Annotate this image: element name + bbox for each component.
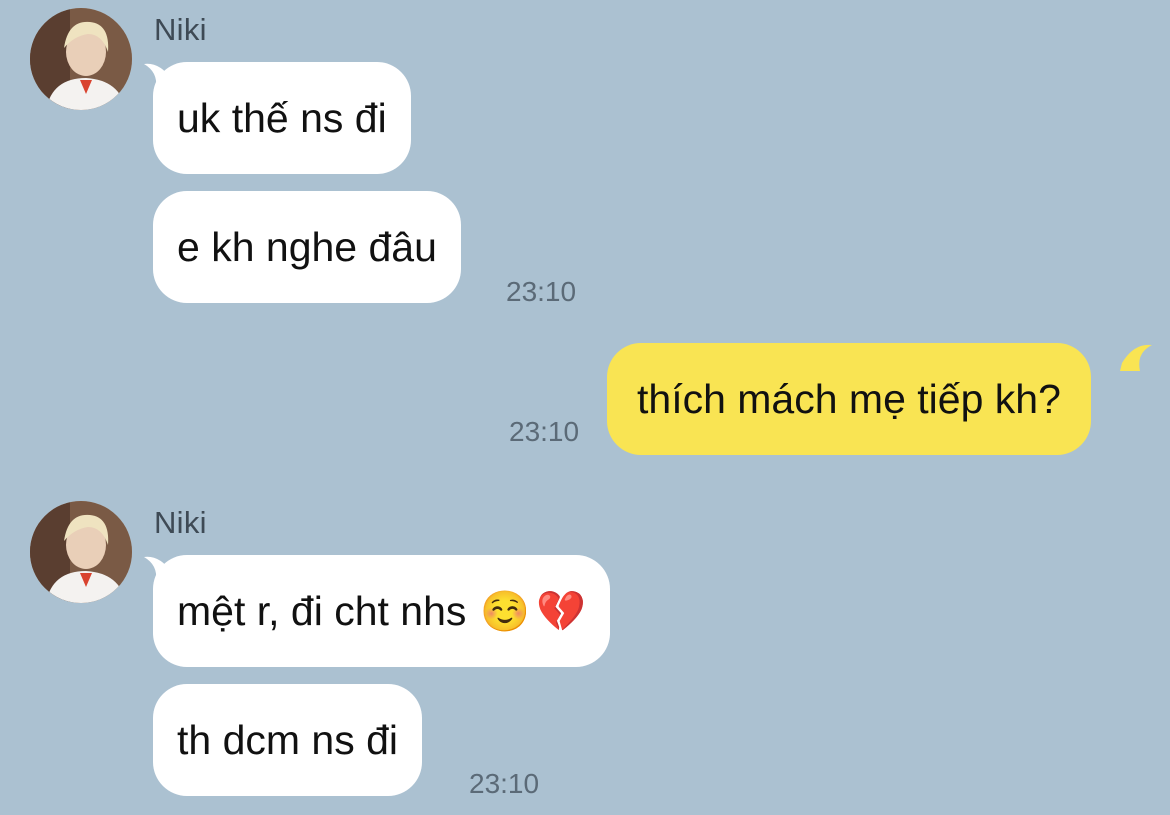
message-text: uk thế ns đi	[177, 94, 387, 141]
avatar[interactable]	[30, 8, 132, 110]
sender-name: Niki	[154, 12, 207, 47]
message-text: e kh nghe đâu	[177, 223, 437, 270]
message-bubble[interactable]: mệt r, đi cht nhs ☺️ 💔	[153, 555, 611, 667]
message-text: th dcm ns đi	[177, 716, 399, 763]
bubble-tail	[1120, 344, 1152, 371]
message-bubble-outgoing[interactable]: thích mách mẹ tiếp kh?	[607, 343, 1091, 455]
message-timestamp: 23:10	[469, 768, 540, 799]
message-timestamp: 23:10	[509, 416, 580, 447]
avatar[interactable]	[30, 501, 132, 603]
broken-heart-emoji: 💔	[536, 588, 587, 635]
message-text: thích mách mẹ tiếp kh?	[637, 375, 1061, 422]
message-bubble[interactable]: uk thế ns đi	[153, 62, 411, 174]
sender-name: Niki	[154, 505, 207, 540]
message-text: mệt r, đi cht nhs	[177, 587, 467, 634]
message-bubble[interactable]: th dcm ns đi	[153, 684, 423, 796]
message-timestamp: 23:10	[506, 276, 577, 307]
message-bubble[interactable]: e kh nghe đâu	[153, 191, 461, 303]
smiling-face-emoji: ☺️	[480, 588, 531, 635]
